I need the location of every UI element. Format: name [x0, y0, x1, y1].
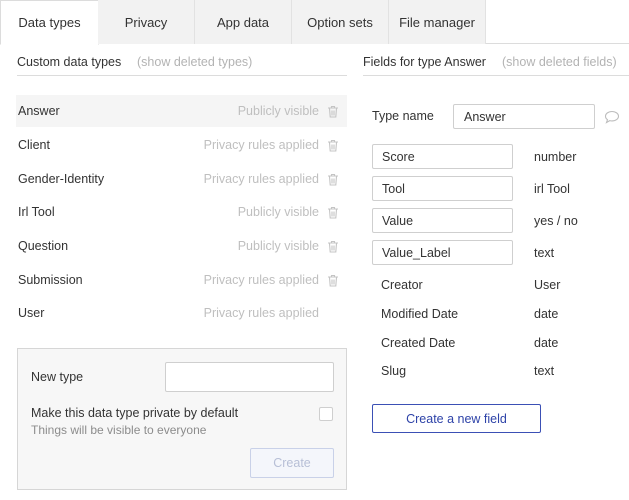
private-default-checkbox[interactable] — [319, 407, 333, 421]
trash-icon[interactable] — [327, 139, 339, 152]
private-default-hint: Things will be visible to everyone — [31, 423, 207, 437]
show-deleted-types-link[interactable]: (show deleted types) — [137, 55, 252, 69]
field-row-modified-date: Modified Date date — [372, 301, 622, 327]
fields-header: Fields for type Answer (show deleted fie… — [363, 52, 629, 76]
type-name: Question — [18, 239, 69, 253]
field-name-input[interactable]: Score — [372, 144, 513, 169]
field-type: date — [534, 335, 559, 350]
type-status: Privacy rules applied — [203, 138, 319, 152]
type-status: Publicly visible — [237, 104, 319, 118]
field-name: Slug — [381, 363, 407, 378]
field-name: Created Date — [381, 335, 456, 350]
field-name: Creator — [381, 277, 423, 292]
type-row-submission[interactable]: Submission Privacy rules applied — [16, 264, 347, 296]
type-name-label: Type name — [372, 109, 434, 123]
field-type: text — [534, 245, 555, 260]
field-type: yes / no — [534, 213, 578, 228]
type-name: Submission — [18, 273, 83, 287]
type-status: Privacy rules applied — [203, 306, 319, 320]
type-name: User — [18, 306, 45, 320]
type-name-input[interactable]: Answer — [453, 104, 595, 129]
field-row-created-date: Created Date date — [372, 330, 622, 356]
field-type: number — [534, 149, 577, 164]
field-row-slug: Slug text — [372, 358, 622, 384]
tab-privacy[interactable]: Privacy — [98, 0, 195, 44]
type-row-irl-tool[interactable]: Irl Tool Publicly visible — [16, 196, 347, 228]
custom-types-header: Custom data types (show deleted types) — [17, 52, 347, 76]
type-row-user[interactable]: User Privacy rules applied — [16, 297, 347, 329]
field-row-score: Score number — [372, 144, 622, 170]
field-type: irl Tool — [534, 181, 570, 196]
show-deleted-fields-link[interactable]: (show deleted fields) — [502, 55, 617, 69]
tab-file-manager[interactable]: File manager — [389, 0, 486, 44]
create-new-field-button[interactable]: Create a new field — [372, 404, 541, 433]
type-name: Gender-Identity — [18, 172, 105, 186]
tab-bar: Data types Privacy App data Option sets … — [0, 0, 629, 45]
trash-icon[interactable] — [327, 206, 339, 219]
field-row-value: Value yes / no — [372, 208, 622, 234]
new-type-input[interactable] — [165, 362, 334, 392]
create-type-button[interactable]: Create — [250, 448, 334, 478]
type-status: Privacy rules applied — [203, 172, 319, 186]
field-name-input[interactable]: Tool — [372, 176, 513, 201]
new-type-panel: New type Make this data type private by … — [17, 348, 347, 490]
trash-icon[interactable] — [327, 173, 339, 186]
custom-types-title: Custom data types — [17, 55, 122, 69]
private-default-label: Make this data type private by default — [31, 406, 239, 420]
field-type: text — [534, 363, 555, 378]
trash-icon[interactable] — [327, 240, 339, 253]
type-status: Publicly visible — [237, 205, 319, 219]
type-status: Publicly visible — [237, 239, 319, 253]
type-row-answer[interactable]: Answer Publicly visible — [16, 95, 347, 127]
trash-icon[interactable] — [327, 105, 339, 118]
type-row-client[interactable]: Client Privacy rules applied — [16, 129, 347, 161]
fields-title: Fields for type Answer — [363, 55, 486, 69]
type-row-question[interactable]: Question Publicly visible — [16, 230, 347, 262]
tab-data-types[interactable]: Data types — [0, 0, 99, 45]
field-row-tool: Tool irl Tool — [372, 176, 622, 202]
field-type: User — [534, 277, 561, 292]
type-name: Irl Tool — [18, 205, 55, 219]
tab-app-data[interactable]: App data — [195, 0, 292, 44]
field-name-input[interactable]: Value_Label — [372, 240, 513, 265]
comment-bubble-icon[interactable] — [604, 110, 620, 124]
type-name: Answer — [18, 104, 60, 118]
type-status: Privacy rules applied — [203, 273, 319, 287]
trash-icon[interactable] — [327, 274, 339, 287]
field-name-input[interactable]: Value — [372, 208, 513, 233]
type-name: Client — [18, 138, 50, 152]
field-name: Modified Date — [381, 306, 459, 321]
field-row-creator: Creator User — [372, 272, 622, 298]
field-type: date — [534, 306, 559, 321]
tab-option-sets[interactable]: Option sets — [292, 0, 389, 44]
type-row-gender-identity[interactable]: Gender-Identity Privacy rules applied — [16, 163, 347, 195]
field-row-value-label: Value_Label text — [372, 240, 622, 266]
new-type-label: New type — [31, 370, 84, 384]
